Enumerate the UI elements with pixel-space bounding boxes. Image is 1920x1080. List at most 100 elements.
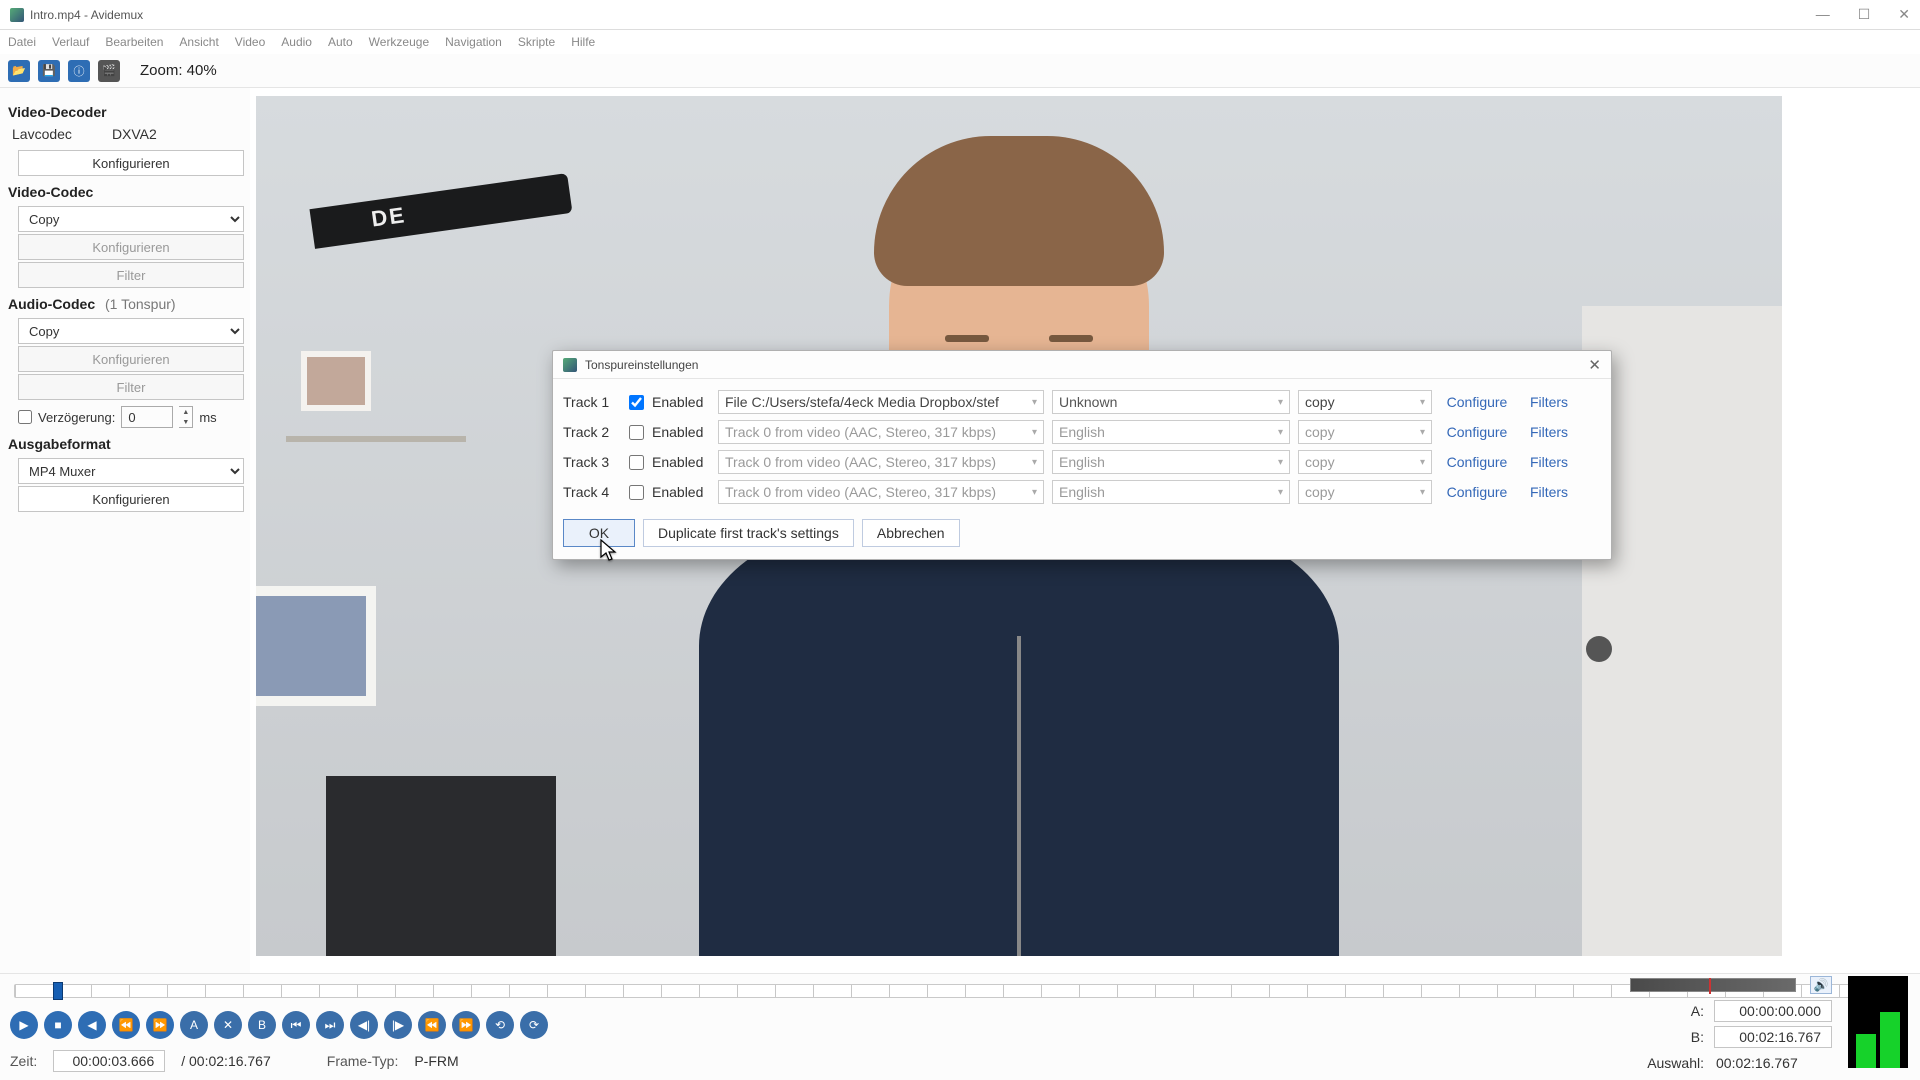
save-file-icon[interactable]: 💾 xyxy=(38,60,60,82)
prev-keyframe-icon[interactable]: ⏮ xyxy=(282,1011,310,1039)
menu-bearbeiten[interactable]: Bearbeiten xyxy=(105,35,163,49)
delay-checkbox[interactable] xyxy=(18,410,32,424)
goto-b-icon[interactable]: ⟳ xyxy=(520,1011,548,1039)
track2-configure-link[interactable]: Configure xyxy=(1440,424,1514,440)
maximize-icon[interactable]: ☐ xyxy=(1858,6,1871,23)
duplicate-button[interactable]: Duplicate first track's settings xyxy=(643,519,854,547)
track1-enabled-label: Enabled xyxy=(652,394,710,410)
calculator-icon[interactable]: 🎬 xyxy=(98,60,120,82)
mark-a-icon[interactable]: A xyxy=(180,1011,208,1039)
level-meter xyxy=(1848,976,1908,1068)
minimize-icon[interactable]: — xyxy=(1816,6,1830,23)
next-keyframe-icon[interactable]: ⏭ xyxy=(316,1011,344,1039)
bottom-panel: ▶ ■ ◀ ⏪ ⏩ A ✕ B ⏮ ⏭ ◀| |▶ ⏪ ⏩ ⟲ ⟳ Zeit: … xyxy=(0,973,1920,1080)
menu-skripte[interactable]: Skripte xyxy=(518,35,555,49)
toolbar: 📂 💾 ⓘ 🎬 Zoom: 40% xyxy=(0,54,1920,88)
audio-codec-filter-button[interactable]: Filter xyxy=(18,374,244,400)
video-codec-filter-button[interactable]: Filter xyxy=(18,262,244,288)
track2-source-select[interactable]: Track 0 from video (AAC, Stereo, 317 kbp… xyxy=(718,420,1044,444)
track4-enabled-checkbox[interactable] xyxy=(629,485,644,500)
video-codec-configure-button[interactable]: Konfigurieren xyxy=(18,234,244,260)
track1-enabled-checkbox[interactable] xyxy=(629,395,644,410)
track3-configure-link[interactable]: Configure xyxy=(1440,454,1514,470)
decoder-dxva2: DXVA2 xyxy=(112,126,157,142)
track-row-3: Track 3 Enabled Track 0 from video (AAC,… xyxy=(563,447,1601,477)
track1-label: Track 1 xyxy=(563,394,621,410)
track4-language-select[interactable]: English▾ xyxy=(1052,480,1290,504)
track1-codec-select[interactable]: copy▾ xyxy=(1298,390,1432,414)
cancel-button[interactable]: Abbrechen xyxy=(862,519,960,547)
selection-label: Auswahl: xyxy=(1640,1055,1704,1071)
menu-navigation[interactable]: Navigation xyxy=(445,35,502,49)
goto-start-icon[interactable]: ⏪ xyxy=(418,1011,446,1039)
track1-language-select[interactable]: Unknown▾ xyxy=(1052,390,1290,414)
goto-a-icon[interactable]: ⟲ xyxy=(486,1011,514,1039)
menu-datei[interactable]: Datei xyxy=(8,35,36,49)
close-icon[interactable]: ✕ xyxy=(1898,6,1910,23)
selection-value: 00:02:16.767 xyxy=(1714,1055,1832,1071)
menu-audio[interactable]: Audio xyxy=(281,35,312,49)
prev-frame-icon[interactable]: ◀ xyxy=(78,1011,106,1039)
track3-language-select[interactable]: English▾ xyxy=(1052,450,1290,474)
output-format-select[interactable]: MP4 Muxer xyxy=(18,458,244,484)
forward-icon[interactable]: ⏩ xyxy=(146,1011,174,1039)
window-title: Intro.mp4 - Avidemux xyxy=(30,8,143,22)
rewind-icon[interactable]: ⏪ xyxy=(112,1011,140,1039)
prev-cut-icon[interactable]: ◀| xyxy=(350,1011,378,1039)
track4-label: Track 4 xyxy=(563,484,621,500)
open-file-icon[interactable]: 📂 xyxy=(8,60,30,82)
play-icon[interactable]: ▶ xyxy=(10,1011,38,1039)
menu-verlauf[interactable]: Verlauf xyxy=(52,35,89,49)
timeline-marker[interactable] xyxy=(53,982,63,1000)
audio-codec-configure-button[interactable]: Konfigurieren xyxy=(18,346,244,372)
info-icon[interactable]: ⓘ xyxy=(68,60,90,82)
track2-filters-link[interactable]: Filters xyxy=(1522,424,1576,440)
audio-codec-select[interactable]: Copy xyxy=(18,318,244,344)
menu-hilfe[interactable]: Hilfe xyxy=(571,35,595,49)
track4-codec-select[interactable]: copy▾ xyxy=(1298,480,1432,504)
goto-end-icon[interactable]: ⏩ xyxy=(452,1011,480,1039)
audio-codec-title-text: Audio-Codec xyxy=(8,296,95,312)
track3-source-select[interactable]: Track 0 from video (AAC, Stereo, 317 kbp… xyxy=(718,450,1044,474)
mark-b-icon[interactable]: B xyxy=(248,1011,276,1039)
zoom-label: Zoom: 40% xyxy=(140,62,217,79)
delay-value[interactable]: 0 xyxy=(121,406,173,428)
track2-language-select[interactable]: English▾ xyxy=(1052,420,1290,444)
track4-enabled-label: Enabled xyxy=(652,484,710,500)
menu-werkzeuge[interactable]: Werkzeuge xyxy=(369,35,429,49)
track4-filters-link[interactable]: Filters xyxy=(1522,484,1576,500)
delete-icon[interactable]: ✕ xyxy=(214,1011,242,1039)
duration-label: / 00:02:16.767 xyxy=(181,1053,271,1069)
stop-icon[interactable]: ■ xyxy=(44,1011,72,1039)
track-row-2: Track 2 Enabled Track 0 from video (AAC,… xyxy=(563,417,1601,447)
menu-ansicht[interactable]: Ansicht xyxy=(179,35,218,49)
track2-codec-select[interactable]: copy▾ xyxy=(1298,420,1432,444)
video-codec-title: Video-Codec xyxy=(8,184,242,200)
track3-filters-link[interactable]: Filters xyxy=(1522,454,1576,470)
delay-spinner[interactable]: ▲▼ xyxy=(179,406,193,428)
dialog-title: Tonspureinstellungen xyxy=(585,358,698,372)
dialog-close-icon[interactable]: ✕ xyxy=(1588,356,1601,374)
video-codec-select[interactable]: Copy xyxy=(18,206,244,232)
track1-configure-link[interactable]: Configure xyxy=(1440,394,1514,410)
ok-button[interactable]: OK xyxy=(563,519,635,547)
decoder-configure-button[interactable]: Konfigurieren xyxy=(18,150,244,176)
frametype-value: P-FRM xyxy=(414,1053,458,1069)
track2-enabled-checkbox[interactable] xyxy=(629,425,644,440)
audio-codec-title: Audio-Codec (1 Tonspur) xyxy=(8,296,242,312)
track3-enabled-checkbox[interactable] xyxy=(629,455,644,470)
window-titlebar: Intro.mp4 - Avidemux — ☐ ✕ xyxy=(0,0,1920,30)
audio-tracks-dialog: Tonspureinstellungen ✕ Track 1 Enabled F… xyxy=(552,350,1612,560)
track1-source-select[interactable]: File C:/Users/stefa/4eck Media Dropbox/s… xyxy=(718,390,1044,414)
track3-codec-select[interactable]: copy▾ xyxy=(1298,450,1432,474)
track1-filters-link[interactable]: Filters xyxy=(1522,394,1576,410)
track-row-1: Track 1 Enabled File C:/Users/stefa/4eck… xyxy=(563,387,1601,417)
menu-auto[interactable]: Auto xyxy=(328,35,353,49)
time-value[interactable]: 00:00:03.666 xyxy=(53,1050,165,1072)
next-cut-icon[interactable]: |▶ xyxy=(384,1011,412,1039)
track4-configure-link[interactable]: Configure xyxy=(1440,484,1514,500)
track4-source-select[interactable]: Track 0 from video (AAC, Stereo, 317 kbp… xyxy=(718,480,1044,504)
speaker-icon[interactable]: 🔊 xyxy=(1810,976,1832,994)
output-configure-button[interactable]: Konfigurieren xyxy=(18,486,244,512)
menu-video[interactable]: Video xyxy=(235,35,265,49)
